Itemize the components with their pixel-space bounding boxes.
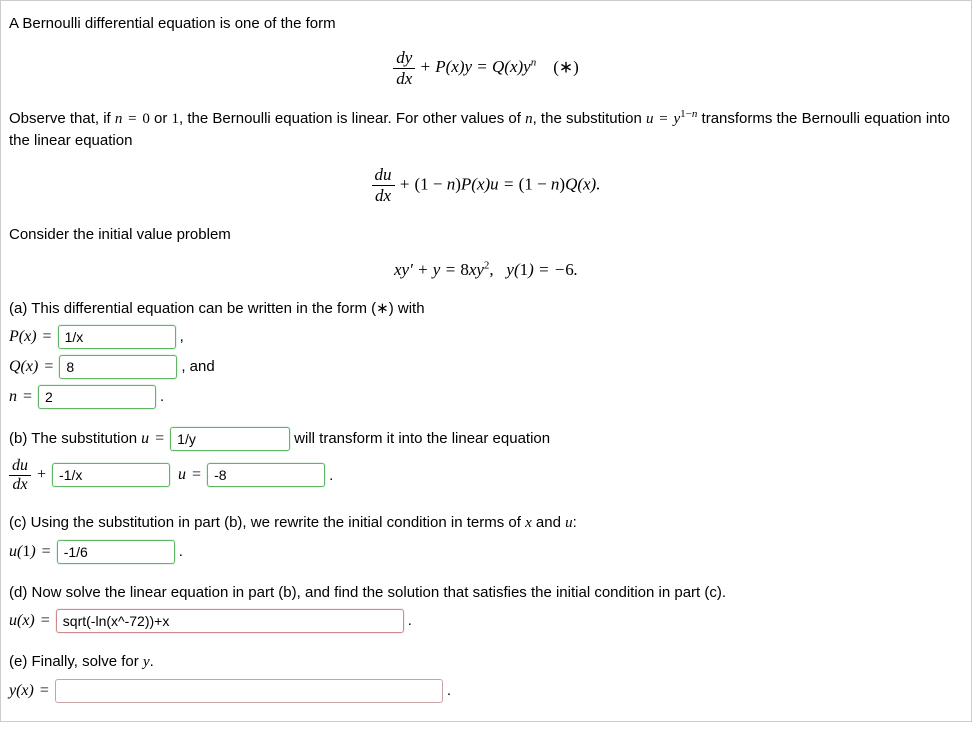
Q-label: Q(x) = — [9, 358, 55, 376]
P-input[interactable] — [58, 325, 176, 349]
part-a-n-row: n = . — [9, 385, 963, 409]
plus-sign: + — [35, 466, 48, 484]
star-label: (∗) — [553, 57, 579, 76]
period-2: . — [329, 467, 333, 484]
rhs-input[interactable] — [207, 463, 325, 487]
part-e-text: (e) Finally, solve for y. — [9, 651, 963, 673]
period-3: . — [179, 543, 183, 560]
yx-input[interactable] — [55, 679, 443, 703]
observe-mid: or — [154, 110, 172, 127]
part-d-text: (d) Now solve the linear equation in par… — [9, 582, 963, 603]
problem-container: A Bernoulli differential equation is one… — [0, 0, 972, 722]
intro-line1: A Bernoulli differential equation is one… — [9, 13, 963, 34]
part-b-row2: dudx + u = . — [9, 457, 963, 494]
part-e-row: y(x) = . — [9, 679, 963, 703]
period-5: . — [447, 682, 451, 699]
part-a-P-row: P(x) = , — [9, 325, 963, 349]
comma-1: , — [180, 328, 184, 345]
ux-input[interactable] — [56, 609, 404, 633]
n-label: n = — [9, 388, 34, 406]
part-b-pre: (b) The substitution — [9, 430, 137, 447]
part-a-Q-row: Q(x) = , and — [9, 355, 963, 379]
observe-text: Observe that, if n = 0 or 1, the Bernoul… — [9, 107, 963, 151]
part-c-pre: (c) Using the substitution in part (b), … — [9, 514, 525, 531]
yx-label: y(x) = — [9, 682, 51, 700]
part-c-row: u(1) = . — [9, 540, 963, 564]
period-4: . — [408, 612, 412, 629]
P-label: P(x) = — [9, 328, 54, 346]
part-c-colon: : — [573, 514, 577, 531]
part-e-pre: (e) Finally, solve for — [9, 653, 143, 670]
dudx-label: dudx — [9, 457, 31, 494]
equation-linear: dudx + (1 − n)P(x)u = (1 − n)Q(x). — [9, 165, 963, 206]
n-input[interactable] — [38, 385, 156, 409]
part-d-row: u(x) = . — [9, 609, 963, 633]
part-c-text: (c) Using the substitution in part (b), … — [9, 512, 963, 534]
Q-input[interactable] — [59, 355, 177, 379]
u1-label: u(1) = — [9, 543, 53, 561]
consider-text: Consider the initial value problem — [9, 224, 963, 245]
equation-star: dydx + P(x)y = Q(x)yn (∗) — [9, 48, 963, 89]
u-eq-label: u = — [141, 430, 166, 448]
observe-pre: Observe that, if — [9, 110, 115, 127]
observe-post: , the Bernoulli equation is linear. For … — [179, 110, 525, 127]
part-c-and: and — [536, 514, 565, 531]
part-b-post: will transform it into the linear equati… — [294, 430, 550, 447]
part-a-text: (a) This differential equation can be wr… — [9, 298, 963, 319]
u1-input[interactable] — [57, 540, 175, 564]
u-eq2-label: u = — [174, 466, 203, 484]
ux-label: u(x) = — [9, 612, 52, 630]
observe-end: , the substitution — [533, 110, 646, 127]
equation-ivp: xy′ + y = 8xy2, y(1) = −6. — [9, 259, 963, 280]
u-sub-input[interactable] — [170, 427, 290, 451]
coeff-input[interactable] — [52, 463, 170, 487]
part-b-row1: (b) The substitution u = will transform … — [9, 427, 963, 451]
and-text: , and — [181, 358, 214, 375]
period-1: . — [160, 388, 164, 405]
